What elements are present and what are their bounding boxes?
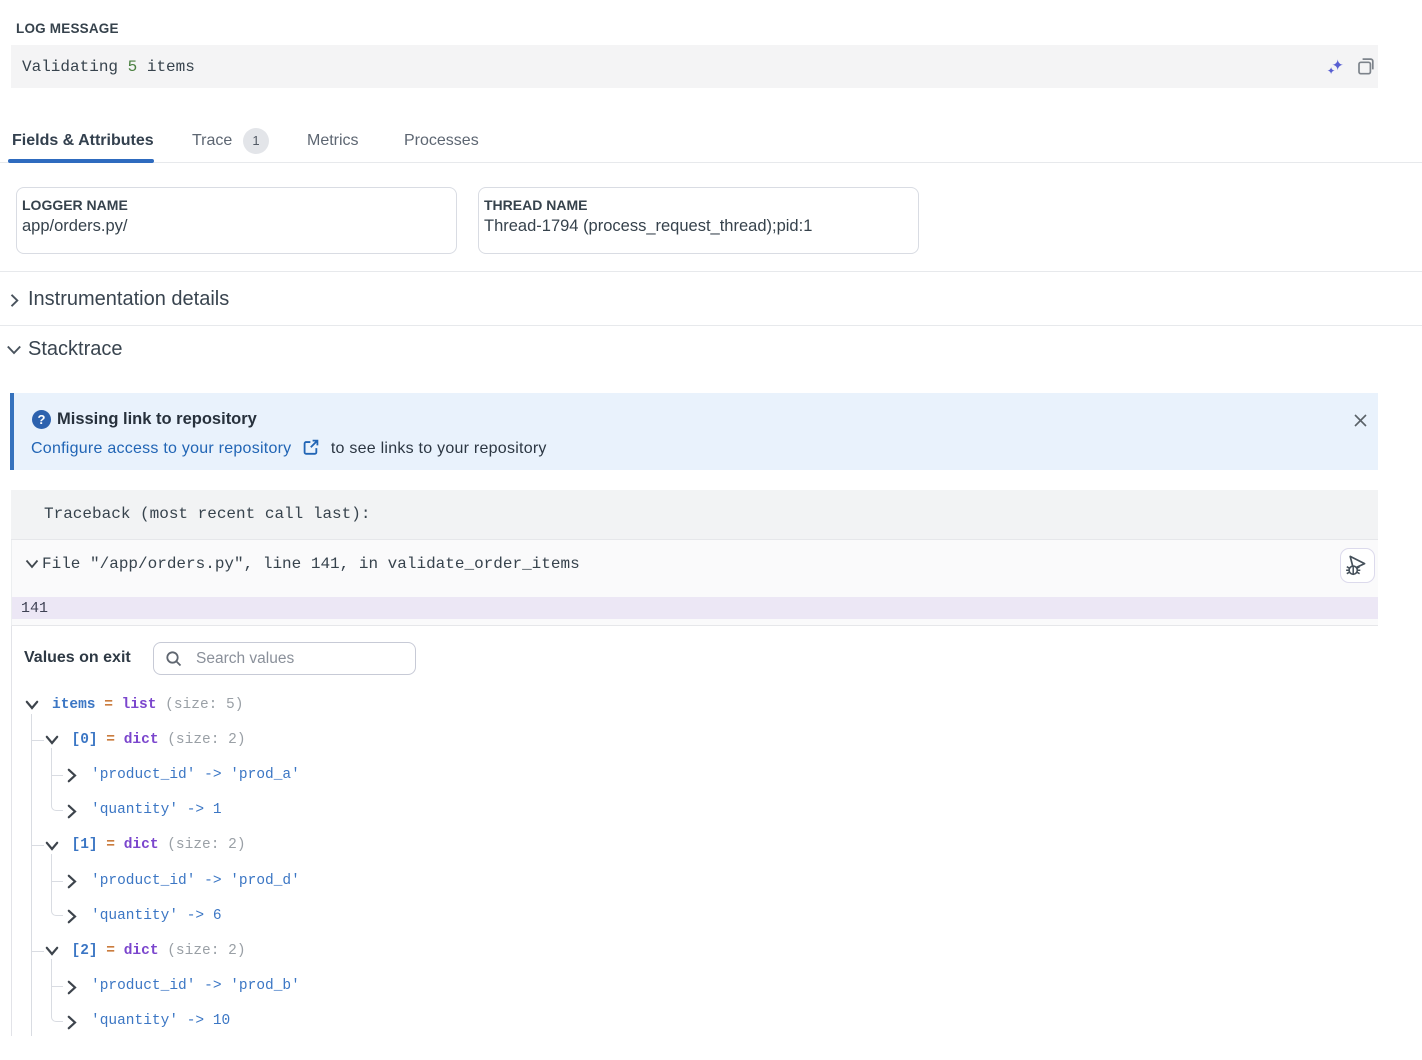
svg-text:?: ?: [38, 412, 46, 427]
